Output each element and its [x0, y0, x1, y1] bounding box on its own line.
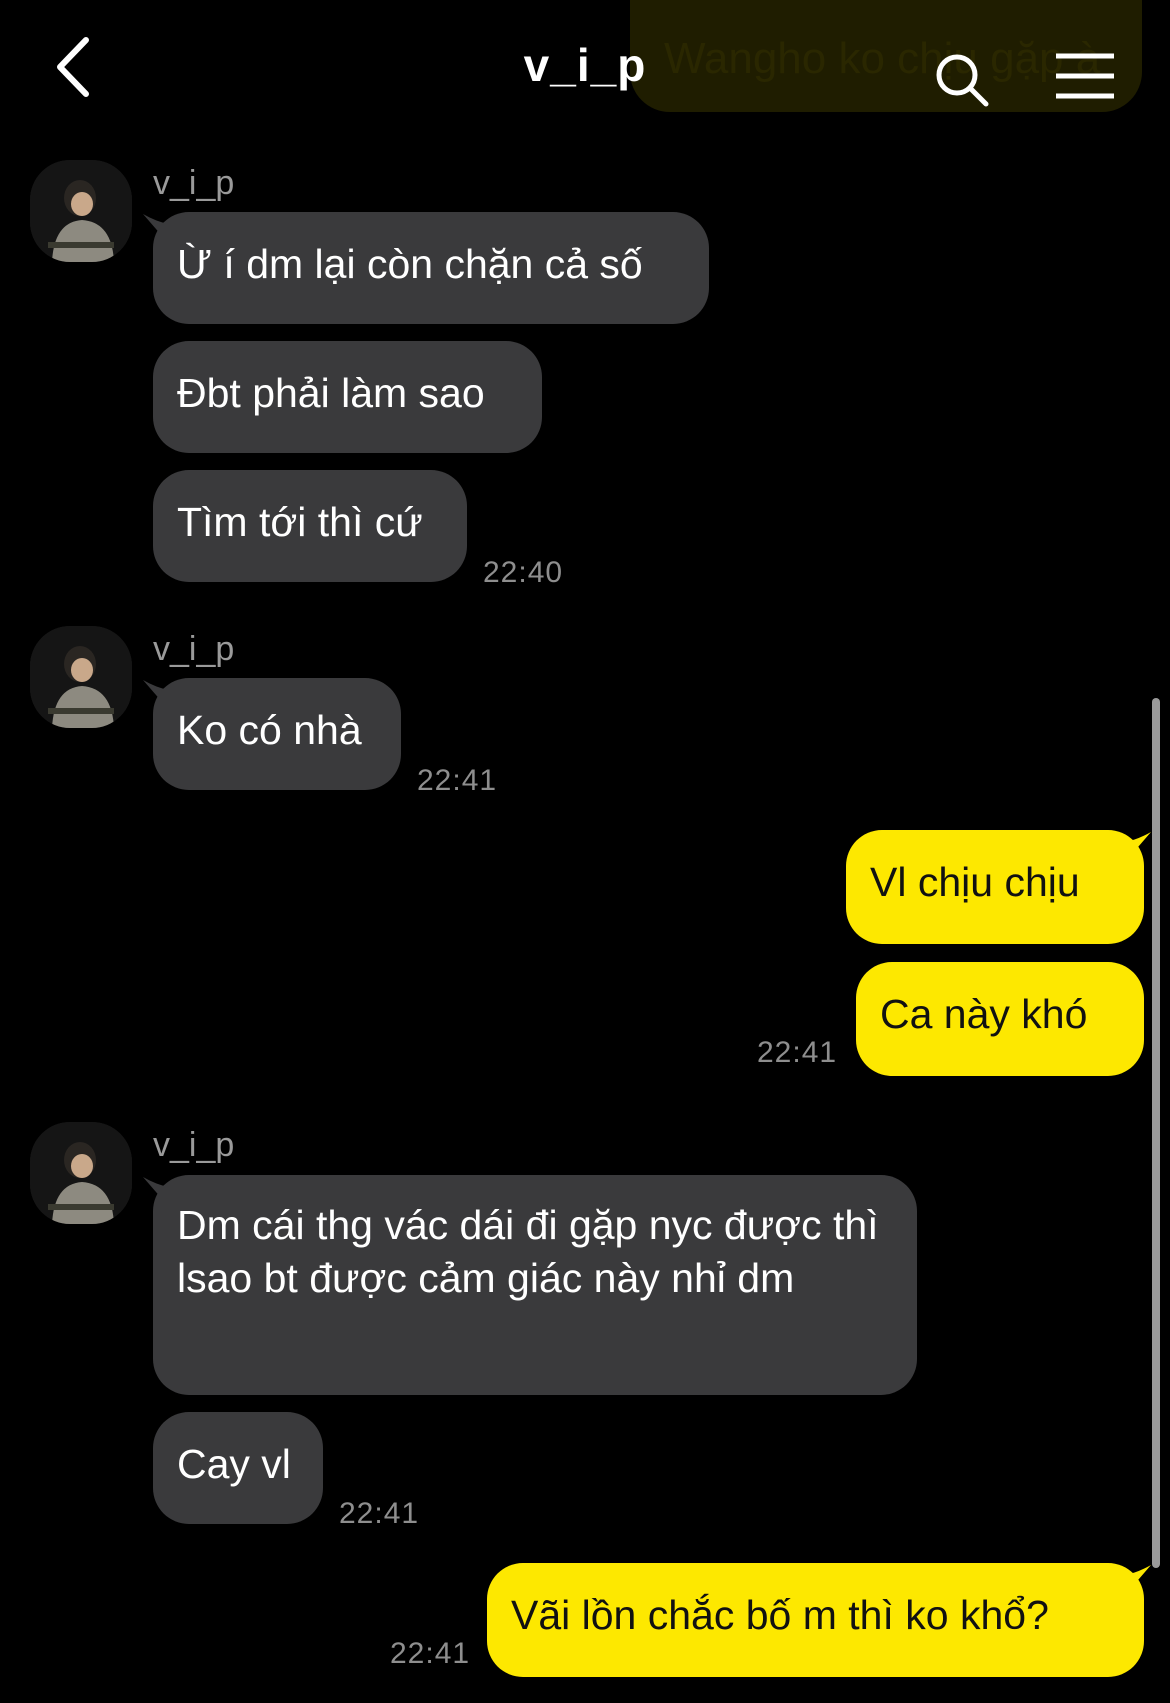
message-bubble[interactable]: Đbt phải làm sao [153, 341, 542, 453]
sender-name: v_i_p [153, 1126, 235, 1164]
message-text: Ko có nhà [177, 707, 362, 753]
message-text: Dm cái thg vác dái đi gặp nyc được thì l… [177, 1202, 879, 1301]
message-bubble[interactable]: Dm cái thg vác dái đi gặp nyc được thì l… [153, 1175, 917, 1395]
message-bubble[interactable]: Tìm tới thì cứ [153, 470, 467, 582]
hamburger-menu-icon[interactable] [1052, 50, 1118, 102]
sender-name: v_i_p [153, 164, 235, 202]
message-timestamp: 22:41 [339, 1497, 420, 1530]
message-text: Cay vl [177, 1441, 291, 1487]
chat-header: v_i_p [0, 0, 1170, 140]
message-timestamp: 22:41 [417, 764, 498, 797]
search-icon[interactable] [932, 50, 992, 110]
message-bubble[interactable]: Ừ í dm lại còn chặn cả số [153, 212, 709, 324]
message-text: Ừ í dm lại còn chặn cả số [177, 241, 643, 287]
avatar[interactable] [30, 626, 132, 728]
message-timestamp: 22:41 [390, 1637, 471, 1670]
message-bubble[interactable]: Vãi lồn chắc bố m thì ko khổ? [487, 1563, 1144, 1677]
message-text: Đbt phải làm sao [177, 370, 485, 416]
message-bubble[interactable]: Ca này khó [856, 962, 1144, 1076]
message-timestamp: 22:40 [483, 556, 564, 589]
message-text: Vãi lồn chắc bố m thì ko khổ? [511, 1592, 1049, 1638]
chat-title: v_i_p [523, 39, 647, 91]
message-timestamp: 22:41 [757, 1036, 838, 1069]
message-text: Tìm tới thì cứ [177, 499, 423, 545]
avatar[interactable] [30, 160, 132, 262]
avatar[interactable] [30, 1122, 132, 1224]
message-bubble[interactable]: Vl chịu chịu [846, 830, 1144, 944]
message-text: Vl chịu chịu [870, 859, 1080, 905]
message-text: Ca này khó [880, 991, 1088, 1037]
sender-name: v_i_p [153, 630, 235, 668]
message-bubble[interactable]: Cay vl [153, 1412, 323, 1524]
scrollbar[interactable] [1152, 698, 1160, 1568]
message-bubble[interactable]: Ko có nhà [153, 678, 401, 790]
